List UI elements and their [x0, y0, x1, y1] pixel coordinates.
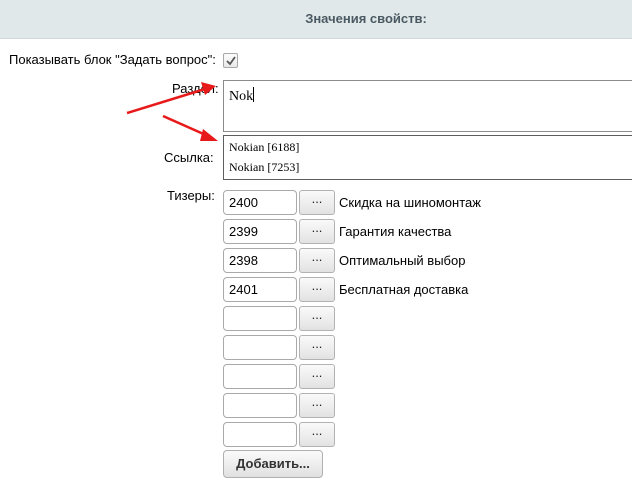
add-teaser-button[interactable]: Добавить... [223, 450, 323, 478]
suggestion-item[interactable]: Nokian [7253] [229, 158, 299, 176]
teaser-browse-button[interactable]: ... [299, 393, 335, 418]
teaser-title: Скидка на шиномонтаж [339, 195, 481, 210]
section-input-value: Nok [229, 89, 254, 104]
section-label: Раздел: [172, 81, 219, 96]
teaser-id-input[interactable] [223, 306, 297, 331]
teaser-id-input[interactable]: 2399 [223, 219, 297, 244]
teaser-title: Гарантия качества [339, 224, 452, 239]
properties-header: Значения свойств: [0, 0, 632, 39]
header-title: Значения свойств: [305, 11, 427, 26]
teaser-id-input[interactable] [223, 364, 297, 389]
suggestion-item[interactable]: Nokian [6188] [229, 138, 299, 156]
teaser-browse-button[interactable]: ... [299, 422, 335, 447]
teaser-id-input[interactable] [223, 393, 297, 418]
show-question-label: Показывать блок "Задать вопрос": [9, 52, 216, 67]
teaser-browse-button[interactable]: ... [299, 248, 335, 273]
teaser-id-input[interactable] [223, 422, 297, 447]
teaser-id-input[interactable]: 2401 [223, 277, 297, 302]
checkmark-icon [226, 56, 236, 66]
teasers-label: Тизеры: [167, 188, 215, 203]
teaser-browse-button[interactable]: ... [299, 190, 335, 215]
text-caret [253, 87, 255, 102]
teaser-title: Бесплатная доставка [339, 282, 469, 297]
teaser-browse-button[interactable]: ... [299, 306, 335, 331]
suggestion-dropdown: Nokian [6188] Nokian [7253] [223, 135, 632, 180]
teaser-browse-button[interactable]: ... [299, 335, 335, 360]
teaser-id-input[interactable] [223, 335, 297, 360]
teaser-browse-button[interactable]: ... [299, 364, 335, 389]
teaser-title: Оптимальный выбор [339, 253, 466, 268]
teaser-id-input[interactable]: 2400 [223, 190, 297, 215]
teaser-browse-button[interactable]: ... [299, 277, 335, 302]
show-question-checkbox[interactable] [223, 53, 238, 68]
section-input[interactable]: Nok [223, 80, 632, 132]
link-label: Ссылка: [164, 150, 214, 165]
teaser-id-input[interactable]: 2398 [223, 248, 297, 273]
annotation-arrow-icon [162, 114, 218, 141]
teaser-browse-button[interactable]: ... [299, 219, 335, 244]
